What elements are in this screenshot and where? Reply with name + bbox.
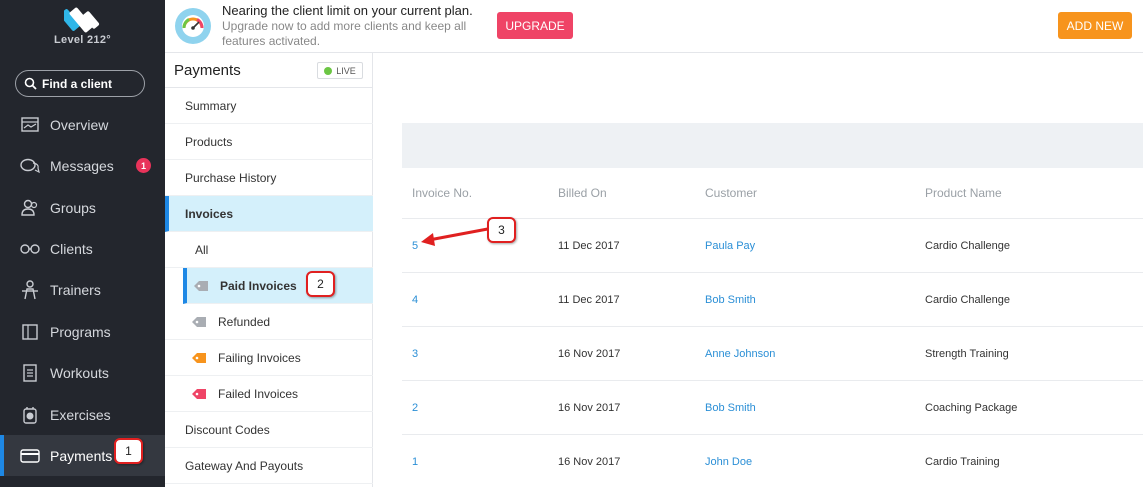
payments-subnav: Payments LIVE Summary Products Purchase … xyxy=(165,53,373,487)
sidebar-item-label: Overview xyxy=(50,116,109,133)
step-callout-3: 3 xyxy=(487,217,516,243)
product-name-cell: Cardio Challenge xyxy=(925,294,1010,306)
annotation-arrow-icon xyxy=(421,226,494,246)
sidebar-item-messages[interactable]: Messages 1 xyxy=(0,145,165,186)
programs-icon xyxy=(20,322,40,342)
sidebar-item-trainers[interactable]: Trainers xyxy=(0,269,165,310)
customer-link[interactable]: Paula Pay xyxy=(705,240,755,252)
live-status-badge[interactable]: LIVE xyxy=(317,62,363,79)
sidebar-item-programs[interactable]: Programs xyxy=(0,311,165,352)
subnav-item-refunded[interactable]: Refunded xyxy=(165,304,373,340)
invoice-number-link[interactable]: 3 xyxy=(412,348,418,360)
column-header-customer[interactable]: Customer xyxy=(705,186,757,200)
billed-on-cell: 11 Dec 2017 xyxy=(558,240,620,252)
overview-icon xyxy=(20,115,40,135)
product-name-cell: Coaching Package xyxy=(925,402,1018,414)
billed-on-cell: 11 Dec 2017 xyxy=(558,294,620,306)
table-row[interactable]: 4 11 Dec 2017 Bob Smith Cardio Challenge xyxy=(402,272,1143,326)
column-header-invoice-no[interactable]: Invoice No. xyxy=(412,186,472,200)
step-callout-1: 1 xyxy=(114,438,143,464)
gauge-icon xyxy=(175,8,211,44)
table-row[interactable]: 3 16 Nov 2017 Anne Johnson Strength Trai… xyxy=(402,326,1143,380)
sidebar-item-label: Clients xyxy=(50,240,93,257)
subnav-item-failed-invoices[interactable]: Failed Invoices xyxy=(165,376,373,412)
billed-on-cell: 16 Nov 2017 xyxy=(558,348,621,360)
banner-subtitle: Upgrade now to add more clients and keep… xyxy=(222,19,467,48)
subnav-item-gateway-payouts[interactable]: Gateway And Payouts xyxy=(165,448,373,484)
subnav-title: Payments xyxy=(174,62,241,79)
failed-tag-icon xyxy=(192,388,206,399)
invoice-number-link[interactable]: 1 xyxy=(412,456,418,468)
paid-tag-icon xyxy=(194,280,208,291)
brand-logo[interactable]: Level 212° xyxy=(0,0,165,55)
billed-on-cell: 16 Nov 2017 xyxy=(558,402,621,414)
sidebar-item-workouts[interactable]: Workouts xyxy=(0,352,165,393)
column-header-product-name[interactable]: Product Name xyxy=(925,186,1002,200)
subnav-item-label: Refunded xyxy=(218,314,271,329)
subnav-item-label: Failing Invoices xyxy=(218,350,301,365)
sidebar-item-label: Workouts xyxy=(50,364,109,381)
subnav-item-all[interactable]: All xyxy=(165,232,373,268)
invoices-main: Invoice No. Billed On Customer Product N… xyxy=(373,53,1143,487)
subnav-item-summary[interactable]: Summary xyxy=(165,88,373,124)
table-toolbar-band xyxy=(402,123,1143,168)
payments-icon xyxy=(20,446,40,466)
product-name-cell: Cardio Training xyxy=(925,456,1000,468)
banner-title: Nearing the client limit on your current… xyxy=(222,3,473,18)
add-new-button[interactable]: ADD NEW xyxy=(1058,12,1132,39)
workouts-icon xyxy=(20,363,40,383)
customer-link[interactable]: Bob Smith xyxy=(705,402,756,414)
subnav-item-paid-invoices[interactable]: Paid Invoices xyxy=(183,268,373,304)
level212-logo-icon xyxy=(64,7,100,33)
step-callout-2: 2 xyxy=(306,271,335,297)
search-icon xyxy=(24,77,37,90)
sidebar-item-groups[interactable]: Groups xyxy=(0,187,165,228)
trainers-icon xyxy=(20,279,40,300)
invoice-number-link[interactable]: 4 xyxy=(412,294,418,306)
live-label: LIVE xyxy=(336,65,356,76)
main-sidebar: Level 212° Find a client Overview Messag… xyxy=(0,0,165,487)
exercises-icon xyxy=(20,405,40,425)
find-client-label: Find a client xyxy=(42,76,113,91)
invoice-number-link[interactable]: 2 xyxy=(412,402,418,414)
column-header-billed-on[interactable]: Billed On xyxy=(558,186,607,200)
subnav-item-purchase-history[interactable]: Purchase History xyxy=(165,160,373,196)
live-dot-icon xyxy=(324,66,333,75)
billed-on-cell: 16 Nov 2017 xyxy=(558,456,621,468)
subnav-header: Payments LIVE xyxy=(165,53,373,88)
groups-icon xyxy=(20,198,40,218)
find-client-search[interactable]: Find a client xyxy=(15,70,145,97)
subnav-item-products[interactable]: Products xyxy=(165,124,373,160)
subnav-item-invoices[interactable]: Invoices xyxy=(165,196,373,232)
sidebar-item-label: Messages xyxy=(50,157,114,174)
upgrade-button[interactable]: UPGRADE xyxy=(497,12,573,39)
customer-link[interactable]: Anne Johnson xyxy=(705,348,775,360)
product-name-cell: Strength Training xyxy=(925,348,1009,360)
sidebar-item-label: Trainers xyxy=(50,281,101,298)
sidebar-item-label: Groups xyxy=(50,199,96,216)
refunded-tag-icon xyxy=(192,316,206,327)
subnav-item-discount-codes[interactable]: Discount Codes xyxy=(165,412,373,448)
table-row[interactable]: 1 16 Nov 2017 John Doe Cardio Training xyxy=(402,434,1143,487)
subnav-item-label: Failed Invoices xyxy=(218,386,299,401)
failing-tag-icon xyxy=(192,352,206,363)
sidebar-item-clients[interactable]: Clients xyxy=(0,228,165,269)
table-row[interactable]: 2 16 Nov 2017 Bob Smith Coaching Package xyxy=(402,380,1143,434)
sidebar-item-exercises[interactable]: Exercises xyxy=(0,394,165,435)
customer-link[interactable]: Bob Smith xyxy=(705,294,756,306)
clients-icon xyxy=(20,239,40,259)
sidebar-item-label: Programs xyxy=(50,323,111,340)
sidebar-item-overview[interactable]: Overview xyxy=(0,104,165,145)
subnav-item-label: Paid Invoices xyxy=(220,278,297,293)
messages-count-badge: 1 xyxy=(136,158,151,173)
sidebar-item-label: Exercises xyxy=(50,406,111,423)
brand-name: Level 212° xyxy=(54,34,111,46)
customer-link[interactable]: John Doe xyxy=(705,456,752,468)
sidebar-item-label: Payments xyxy=(50,447,113,464)
plan-limit-banner: Nearing the client limit on your current… xyxy=(165,0,1143,53)
messages-icon xyxy=(20,156,40,176)
subnav-item-failing-invoices[interactable]: Failing Invoices xyxy=(165,340,373,376)
product-name-cell: Cardio Challenge xyxy=(925,240,1010,252)
